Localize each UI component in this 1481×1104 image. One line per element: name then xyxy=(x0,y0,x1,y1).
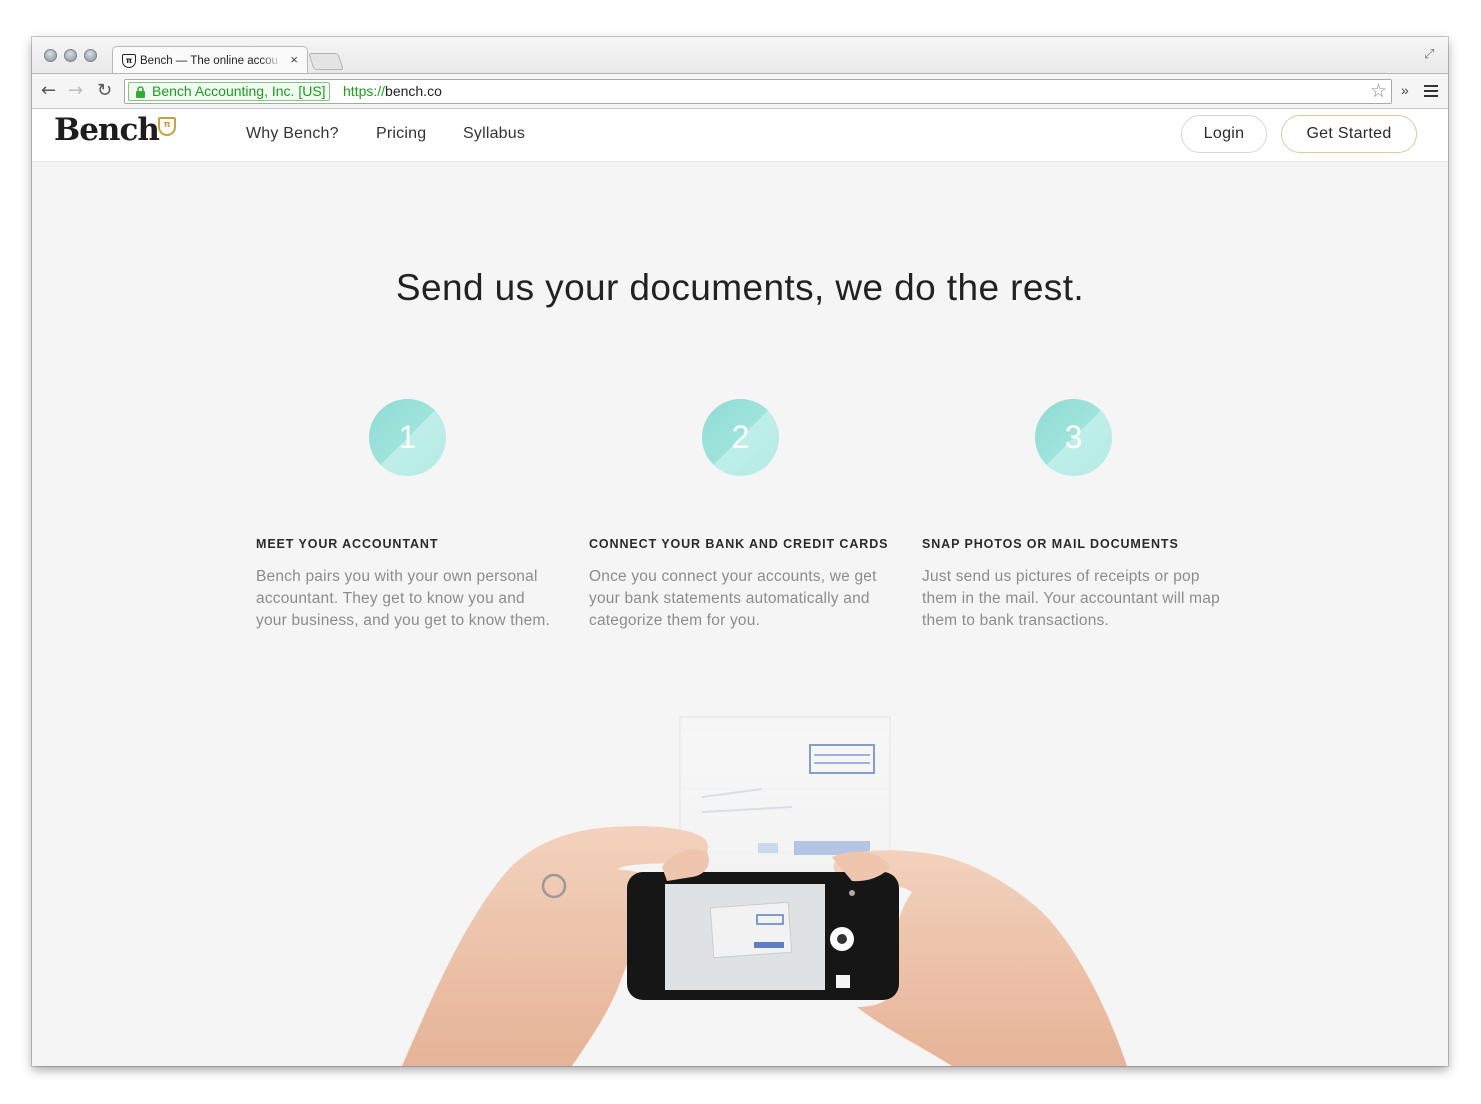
step-title: CONNECT YOUR BANK AND CREDIT CARDS xyxy=(589,537,889,551)
bench-shield-icon: π xyxy=(158,117,176,136)
url-scheme: https:// xyxy=(343,83,386,99)
nav-why-bench[interactable]: Why Bench? xyxy=(246,125,339,143)
bench-favicon-icon: π xyxy=(122,54,136,68)
extensions-overflow-icon[interactable]: » xyxy=(1401,82,1409,98)
step-description: Just send us pictures of receipts or pop… xyxy=(922,568,1220,629)
page-headline: Send us your documents, we do the rest. xyxy=(395,267,1085,308)
zoom-window-icon[interactable] xyxy=(84,49,97,62)
browser-window: π Bench — The online accou × ⤢ ← → ↻ Ben… xyxy=(32,37,1448,1066)
nav-syllabus[interactable]: Syllabus xyxy=(463,125,525,143)
fullscreen-icon[interactable]: ⤢ xyxy=(1424,47,1438,61)
new-tab-button[interactable] xyxy=(308,53,344,70)
browser-toolbar: ← → ↻ Bench Accounting, Inc. [US] https:… xyxy=(32,73,1448,109)
step-description: Bench pairs you with your own personal a… xyxy=(256,568,551,629)
back-arrow-icon[interactable]: ← xyxy=(41,81,56,101)
close-window-icon[interactable] xyxy=(44,49,57,62)
login-button[interactable]: Login xyxy=(1181,115,1267,153)
get-started-button[interactable]: Get Started xyxy=(1281,115,1417,153)
step-number-badge: 3 xyxy=(1035,399,1112,476)
step-number-badge: 2 xyxy=(702,399,779,476)
minimize-window-icon[interactable] xyxy=(64,49,77,62)
tab-close-icon[interactable]: × xyxy=(290,52,298,67)
address-bar[interactable]: Bench Accounting, Inc. [US] https://benc… xyxy=(124,79,1392,104)
smartphone xyxy=(627,872,899,1000)
bookmark-star-icon[interactable]: ☆ xyxy=(1370,81,1387,102)
hands-phone-receipt-illustration xyxy=(402,716,1127,1066)
ev-certificate-badge[interactable]: Bench Accounting, Inc. [US] xyxy=(128,82,330,101)
site-header: Bench π Why Bench? Pricing Syllabus Logi… xyxy=(32,109,1448,162)
url-text[interactable]: https://bench.co xyxy=(343,83,442,100)
step-title: SNAP PHOTOS OR MAIL DOCUMENTS xyxy=(922,537,1179,551)
step-description: Once you connect your accounts, we get y… xyxy=(589,568,877,629)
ev-label: Bench Accounting, Inc. [US] xyxy=(152,83,326,99)
bench-logo[interactable]: Bench xyxy=(54,112,160,148)
forward-arrow-icon[interactable]: → xyxy=(68,81,83,101)
nav-pricing[interactable]: Pricing xyxy=(376,125,426,143)
tab-title: Bench — The online accou xyxy=(140,55,278,67)
url-host: bench.co xyxy=(385,83,442,99)
reload-icon[interactable]: ↻ xyxy=(97,81,112,101)
tab-strip: π Bench — The online accou × ⤢ xyxy=(32,37,1448,74)
step-title: MEET YOUR ACCOUNTANT xyxy=(256,537,439,551)
hamburger-menu-icon[interactable] xyxy=(1424,85,1438,97)
step-number-badge: 1 xyxy=(369,399,446,476)
lock-icon xyxy=(136,86,145,98)
browser-tab[interactable]: π Bench — The online accou × xyxy=(112,46,308,74)
